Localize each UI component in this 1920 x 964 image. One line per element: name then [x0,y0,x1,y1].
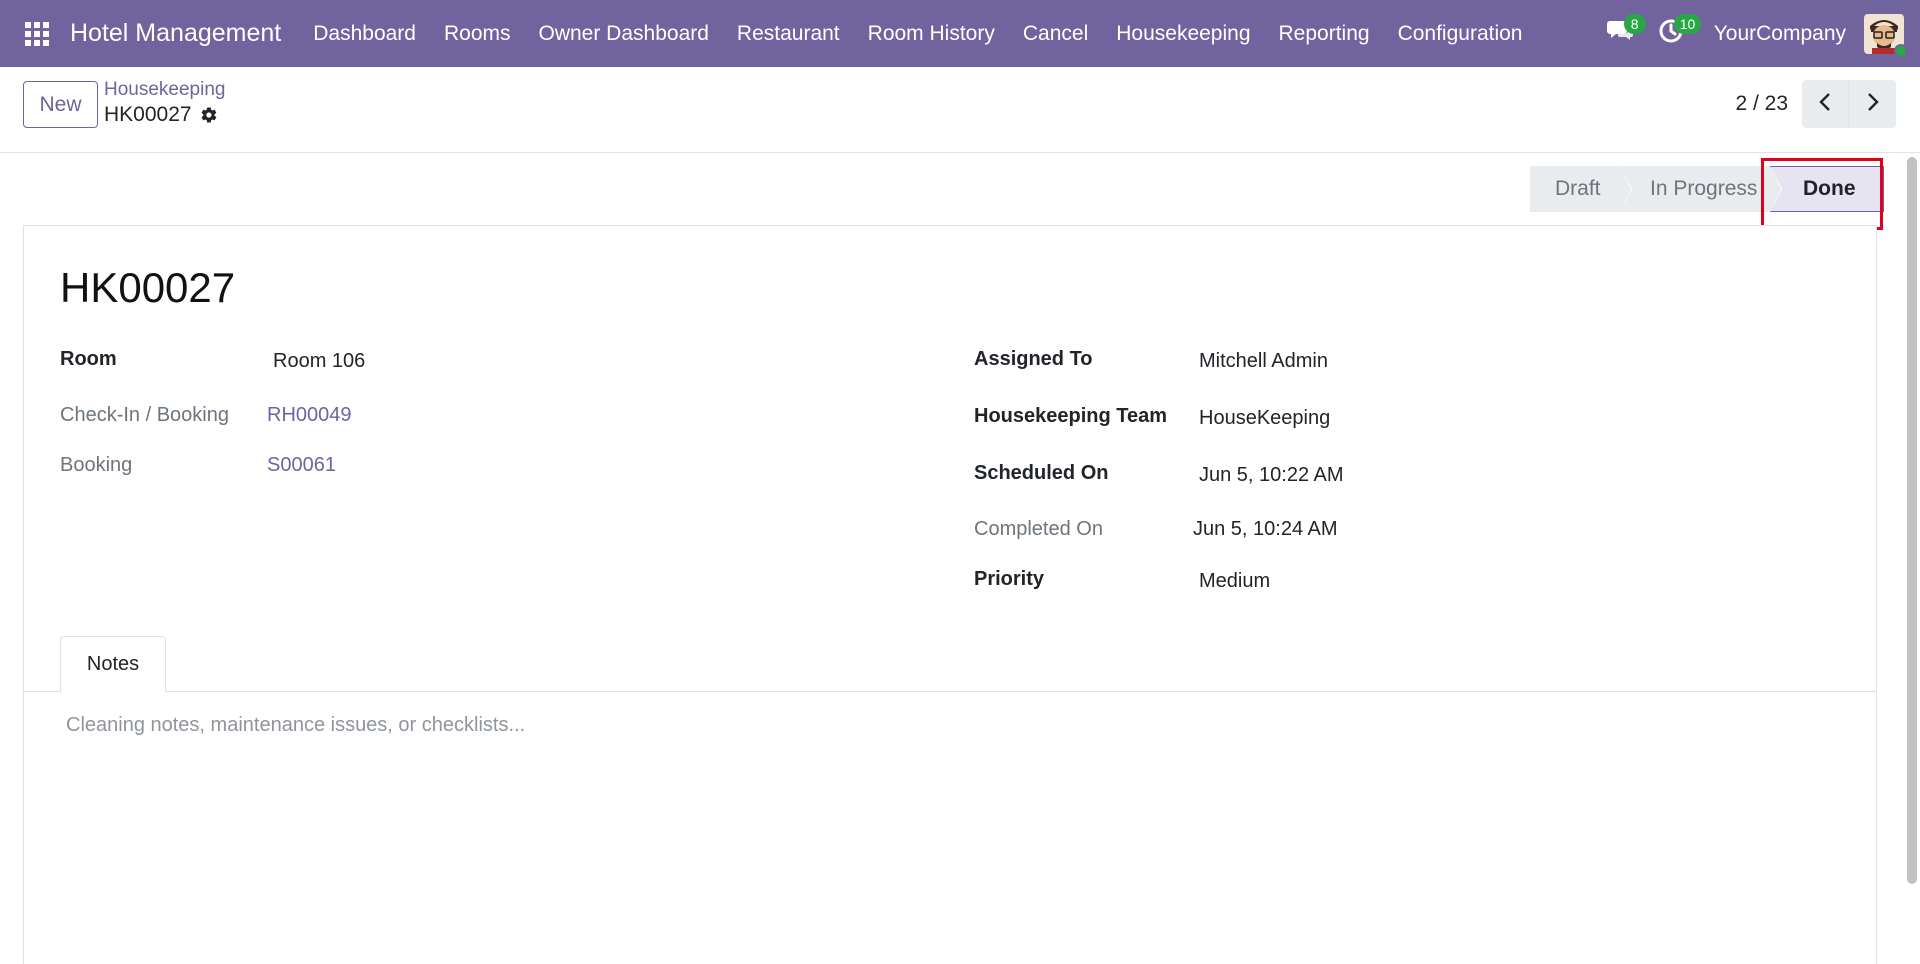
scheduled-on-label: Scheduled On [974,462,1109,484]
stage-arrow [1620,166,1631,212]
pager-previous-button[interactable] [1802,80,1849,128]
notes-textarea[interactable]: Cleaning notes, maintenance issues, or c… [66,714,1846,914]
housekeeping-team-label: Housekeeping Team [974,405,1168,427]
menu-item-rooms[interactable]: Rooms [430,0,525,67]
menu-item-configuration[interactable]: Configuration [1384,0,1537,67]
stage-draft-button[interactable]: Draft [1530,166,1632,212]
menu-item-room-history[interactable]: Room History [854,0,1009,67]
assigned-to-label: Assigned To [974,348,1093,370]
assigned-to-field[interactable]: Mitchell Admin [1199,350,1328,373]
pager-value[interactable]: 2 / 23 [1735,92,1788,116]
messages-count-badge: 8 [1623,14,1646,34]
priority-field[interactable]: Medium [1199,570,1270,593]
stage-arrow [1770,166,1781,212]
check-in-booking-label: Check-In / Booking [60,404,229,426]
housekeeping-team-field[interactable]: HouseKeeping [1199,407,1330,430]
activities-count-badge: 10 [1673,14,1702,34]
room-field[interactable]: Room 106 [273,350,365,373]
activities-button[interactable]: 10 [1646,0,1702,67]
stage-draft-label: Draft [1555,177,1601,200]
menu-item-dashboard[interactable]: Dashboard [299,0,430,67]
booking-label: Booking [60,454,133,476]
priority-label: Priority [974,568,1045,590]
company-switcher[interactable]: YourCompany [1714,22,1846,46]
menu-item-cancel[interactable]: Cancel [1009,0,1102,67]
gear-icon[interactable] [200,106,218,124]
notebook-tabs: Notes [24,636,1876,693]
record-title: HK00027 [60,264,236,311]
systray: 8 10 YourCompany [1596,0,1920,67]
menu-item-owner-dashboard[interactable]: Owner Dashboard [525,0,723,67]
record-pager: 2 / 23 [1735,80,1896,128]
stage-in-progress-button[interactable]: In Progress [1620,166,1782,212]
app-menu-grid-icon[interactable] [14,0,60,67]
stage-done-label: Done [1803,177,1856,200]
stage-done-button[interactable]: Done [1770,166,1884,212]
chevron-left-icon [1818,92,1832,117]
completed-on-label: Completed On [974,518,1103,540]
main-menu: Dashboard Rooms Owner Dashboard Restaura… [299,0,1536,67]
breadcrumb-current-label: HK00027 [104,103,192,126]
status-bar: Draft In Progress Done [1530,166,1884,212]
pager-next-button[interactable] [1849,80,1896,128]
app-brand[interactable]: Hotel Management [70,19,281,48]
menu-item-reporting[interactable]: Reporting [1265,0,1384,67]
control-panel: New Housekeeping HK00027 2 / 23 [0,67,1920,153]
menu-item-restaurant[interactable]: Restaurant [723,0,854,67]
messages-button[interactable]: 8 [1596,0,1646,67]
completed-on-value: Jun 5, 10:24 AM [1193,518,1338,540]
chevron-right-icon [1866,92,1880,117]
scheduled-on-field[interactable]: Jun 5, 10:22 AM [1199,464,1344,487]
check-in-booking-link[interactable]: RH00049 [267,404,352,427]
booking-link[interactable]: S00061 [267,454,336,477]
top-navbar: Hotel Management Dashboard Rooms Owner D… [0,0,1920,67]
tab-notes[interactable]: Notes [60,636,166,693]
breadcrumb-housekeeping-link[interactable]: Housekeeping [104,79,225,101]
breadcrumb-current: HK00027 [104,101,225,129]
breadcrumb: Housekeeping HK00027 [104,79,225,129]
form-sheet: HK00027 Room Room 106 Check-In / Booking… [23,225,1877,964]
room-label: Room [60,348,117,370]
online-status-dot [1894,43,1908,58]
scrollbar-thumb[interactable] [1907,157,1917,884]
stage-in-progress-label: In Progress [1650,177,1758,200]
user-avatar[interactable] [1864,13,1908,58]
menu-item-housekeeping[interactable]: Housekeeping [1102,0,1264,67]
new-record-button[interactable]: New [23,81,98,128]
page-scrollbar [1903,153,1920,964]
